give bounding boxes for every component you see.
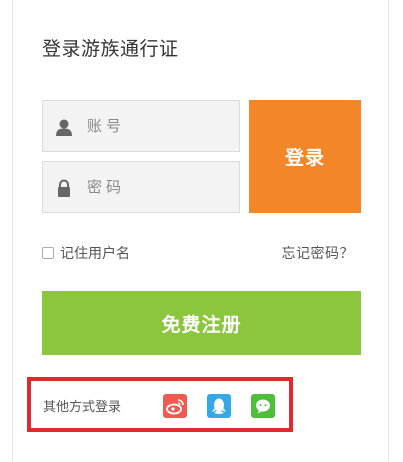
wechat-icon[interactable] [251,394,275,418]
forgot-password-link[interactable]: 忘记密码？ [282,243,355,263]
register-button[interactable]: 免费注册 [42,291,361,355]
user-icon [55,118,73,136]
remember-label: 记住用户名 [60,246,130,262]
remember-checkbox[interactable] [42,247,54,259]
password-input[interactable] [87,162,237,212]
other-login-methods: 其他方式登录 [27,377,293,432]
page-title: 登录游族通行证 [42,38,179,60]
username-field[interactable] [42,100,240,152]
password-field[interactable] [42,161,240,213]
weibo-icon[interactable] [163,394,187,418]
lock-icon [55,179,73,197]
other-login-label: 其他方式登录 [43,400,122,415]
remember-username[interactable]: 记住用户名 [42,244,130,262]
login-button[interactable]: 登录 [249,100,361,213]
qq-icon[interactable] [207,394,231,418]
username-input[interactable] [87,101,237,151]
